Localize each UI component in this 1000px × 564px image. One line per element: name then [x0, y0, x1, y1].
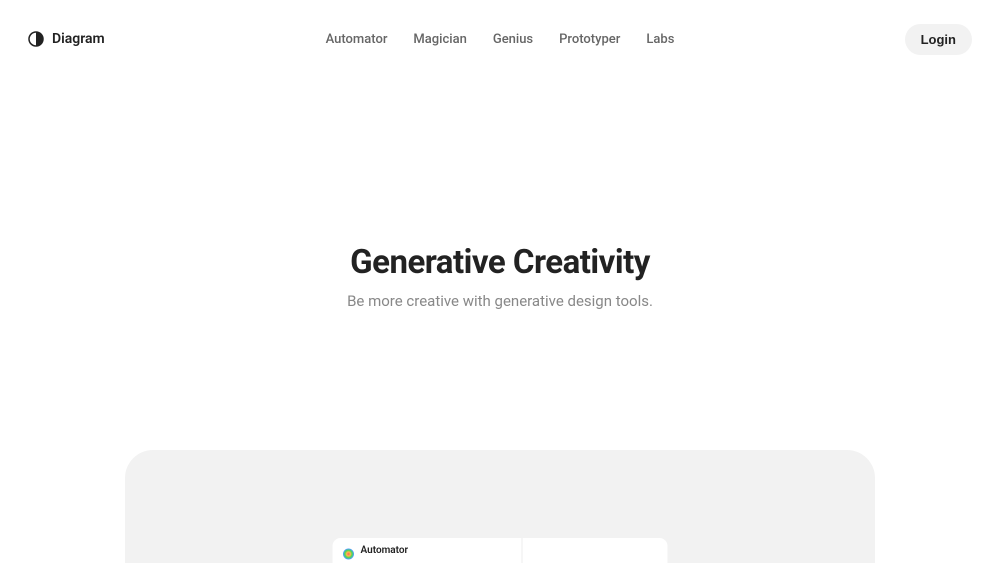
nav-automator[interactable]: Automator [326, 32, 388, 47]
hero-subtitle: Be more creative with generative design … [0, 292, 1000, 310]
app-tab-label: Automator [361, 545, 409, 556]
brand-logo[interactable]: Diagram [28, 31, 105, 47]
automator-app-icon [343, 545, 355, 557]
hero-section: Generative Creativity Be more creative w… [0, 243, 1000, 310]
nav-labs[interactable]: Labs [646, 32, 674, 47]
nav-magician[interactable]: Magician [413, 32, 466, 47]
nav-prototyper[interactable]: Prototyper [559, 32, 620, 47]
login-button[interactable]: Login [905, 24, 972, 55]
hero-title: Generative Creativity [0, 243, 1000, 282]
app-window-preview: Automator [333, 538, 668, 563]
app-tab-automator[interactable]: Automator [333, 538, 523, 563]
main-nav: Automator Magician Genius Prototyper Lab… [326, 32, 675, 47]
feature-card: Automator [125, 450, 875, 563]
brand-name: Diagram [52, 31, 105, 47]
header: Diagram Automator Magician Genius Protot… [0, 0, 1000, 78]
nav-genius[interactable]: Genius [493, 32, 533, 47]
diagram-logo-icon [28, 31, 44, 47]
